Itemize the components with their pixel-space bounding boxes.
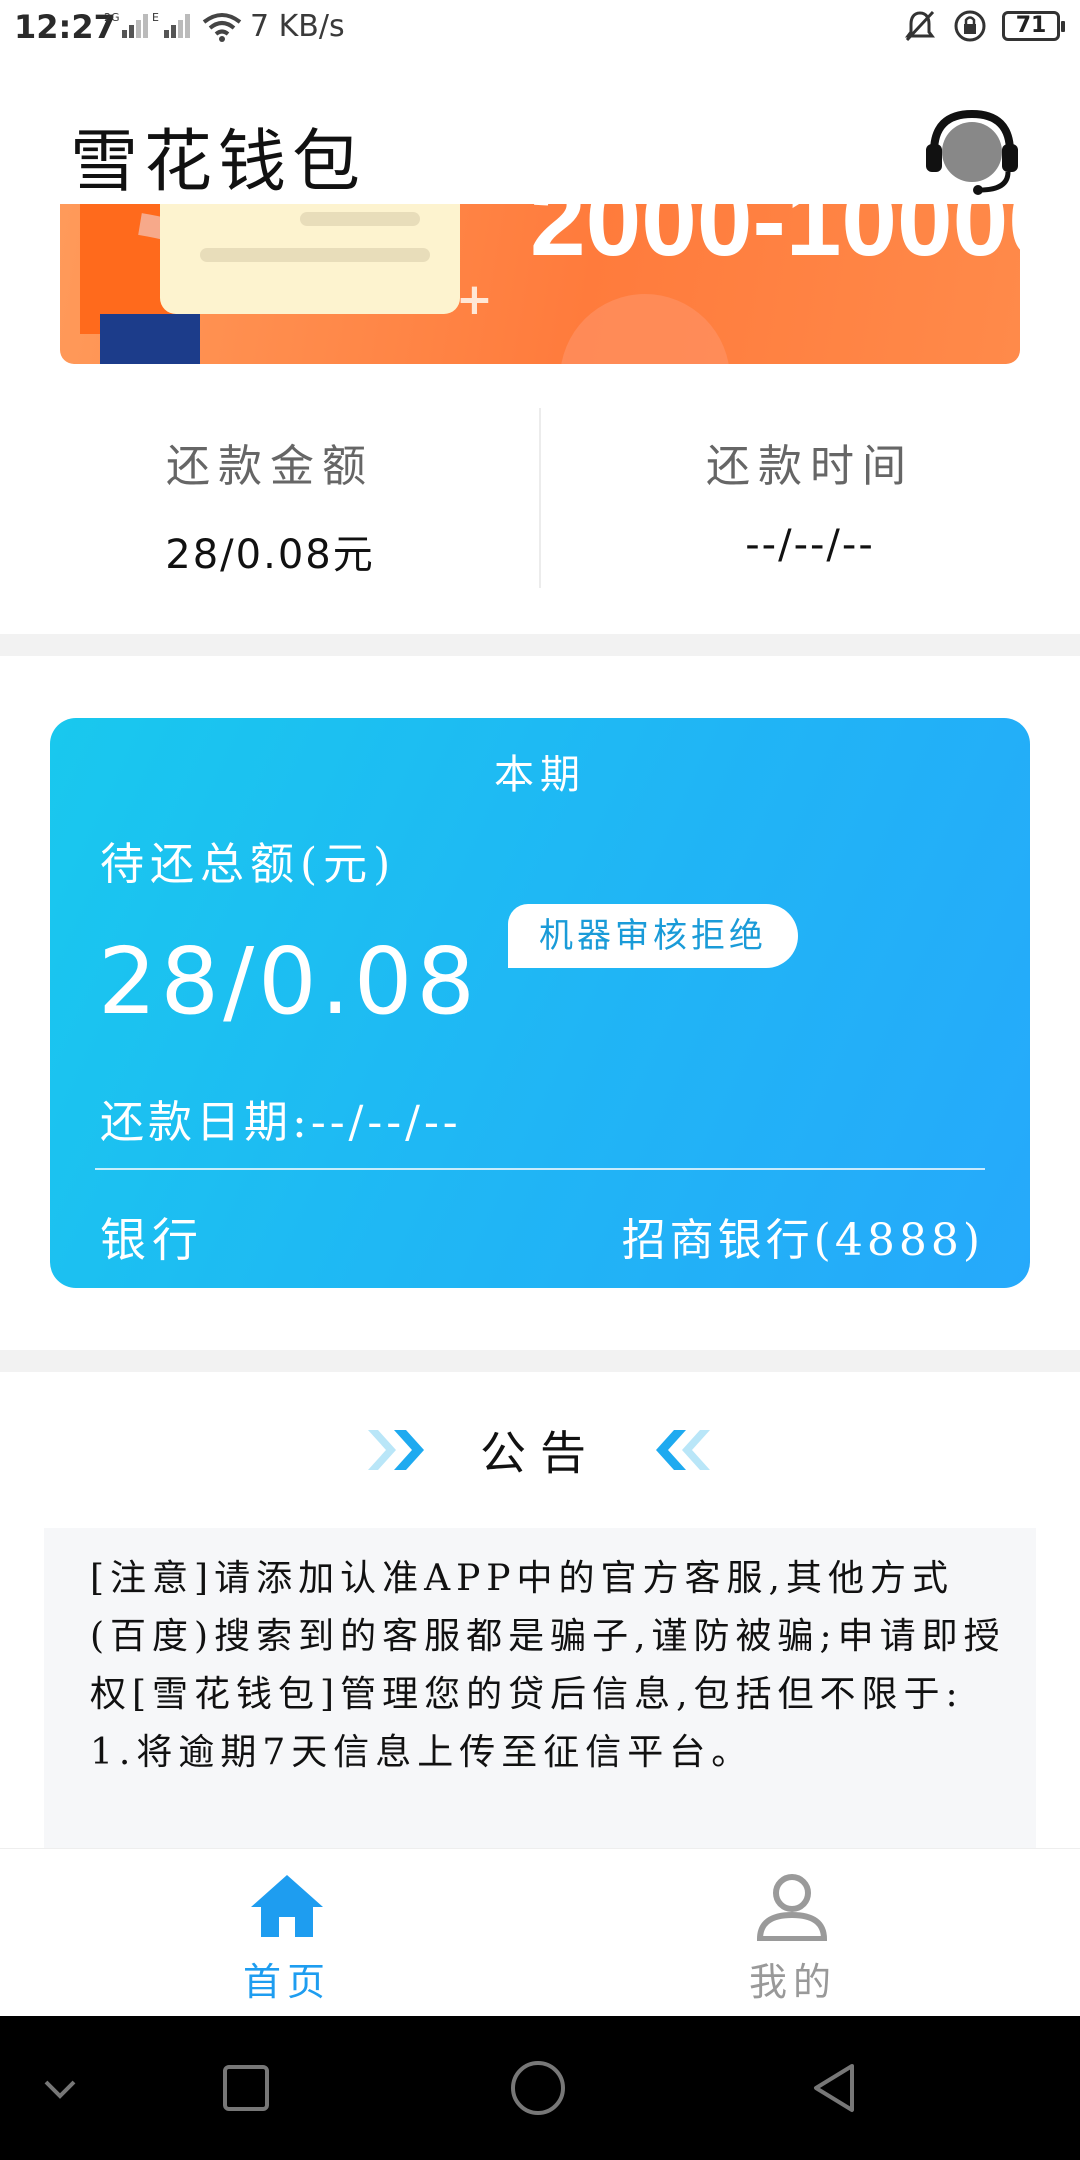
double-chevron-left-icon (656, 1430, 710, 1470)
headset-icon[interactable] (922, 108, 1022, 198)
recent-apps-icon[interactable] (216, 2058, 276, 2118)
status-time: 12:27 (14, 8, 116, 46)
nav-mine-label: 我的 (748, 1960, 837, 2004)
home-icon (251, 1875, 323, 1937)
mute-bell-icon (905, 10, 935, 42)
review-status-badge: 机器审核拒绝 (508, 904, 798, 968)
battery-indicator: 71 (1002, 11, 1065, 41)
nav-home[interactable]: 首页 (0, 1849, 540, 2017)
app-title: 雪花钱包 (70, 123, 367, 202)
section-separator (0, 634, 1080, 656)
network-speed: 7 KB/s (250, 9, 345, 44)
back-triangle-icon[interactable] (806, 2058, 866, 2118)
system-navigation-bar (0, 2016, 1080, 2160)
app-header: 雪花钱包 (0, 56, 1080, 202)
bank-value[interactable]: 招商银行(4888) (622, 1204, 984, 1268)
repayment-summary: 还款金额 28/0.08元 还款时间 --/--/-- (0, 400, 1080, 600)
notice-title: 公告 (480, 1426, 600, 1480)
repayment-amount-value: 28/0.08元 (165, 532, 375, 578)
notice-text: [注意]请添加认准APP中的官方客服,其他方式(百度)搜索到的客服都是骗子,谨防… (90, 1558, 1006, 1773)
repayment-time-label: 还款时间 (706, 441, 914, 492)
nav-home-label: 首页 (242, 1960, 331, 2004)
collapse-chevron-icon[interactable] (30, 2058, 90, 2118)
repayment-time-value: --/--/-- (745, 522, 875, 568)
plus-icon: + (456, 274, 493, 325)
status-bar: 12:27 2G E 7 KB/s 71 (0, 0, 1080, 56)
section-separator (0, 1350, 1080, 1372)
period-title: 本期 (494, 752, 586, 798)
banner-text: 2000-10000 (530, 204, 1020, 277)
promo-banner[interactable]: + 2000-10000 (60, 204, 1020, 364)
svg-text:2G: 2G (104, 11, 120, 24)
svg-text:E: E (152, 11, 159, 24)
due-date: 还款日期:--/--/-- (100, 1097, 462, 1148)
double-chevron-right-icon (368, 1430, 424, 1470)
bank-label: 银行 (100, 1213, 204, 1267)
repayment-time-section: 还款时间 --/--/-- (540, 400, 1080, 600)
user-profile-icon (756, 1874, 828, 1941)
repayment-amount-label: 还款金额 (166, 441, 374, 492)
repayment-amount-section: 还款金额 28/0.08元 (0, 400, 540, 600)
current-period-card[interactable]: 本期 待还总额(元) 28/0.08 机器审核拒绝 还款日期:--/--/-- … (50, 718, 1030, 1288)
bottom-nav: 首页 我的 (0, 1848, 1080, 2016)
card-divider (95, 1168, 985, 1170)
notice-box[interactable]: [注意]请添加认准APP中的官方客服,其他方式(百度)搜索到的客服都是骗子,谨防… (44, 1528, 1036, 1848)
notice-heading: 公告 (0, 1420, 1080, 1480)
due-total-amount: 28/0.08 (98, 928, 479, 1035)
due-total-label: 待还总额(元) (100, 839, 397, 890)
wifi-icon (202, 13, 242, 42)
banner-card-illustration (160, 204, 460, 314)
lock-rotation-icon (954, 10, 986, 42)
nav-mine[interactable]: 我的 (540, 1849, 1080, 2017)
home-circle-icon[interactable] (508, 2058, 568, 2118)
